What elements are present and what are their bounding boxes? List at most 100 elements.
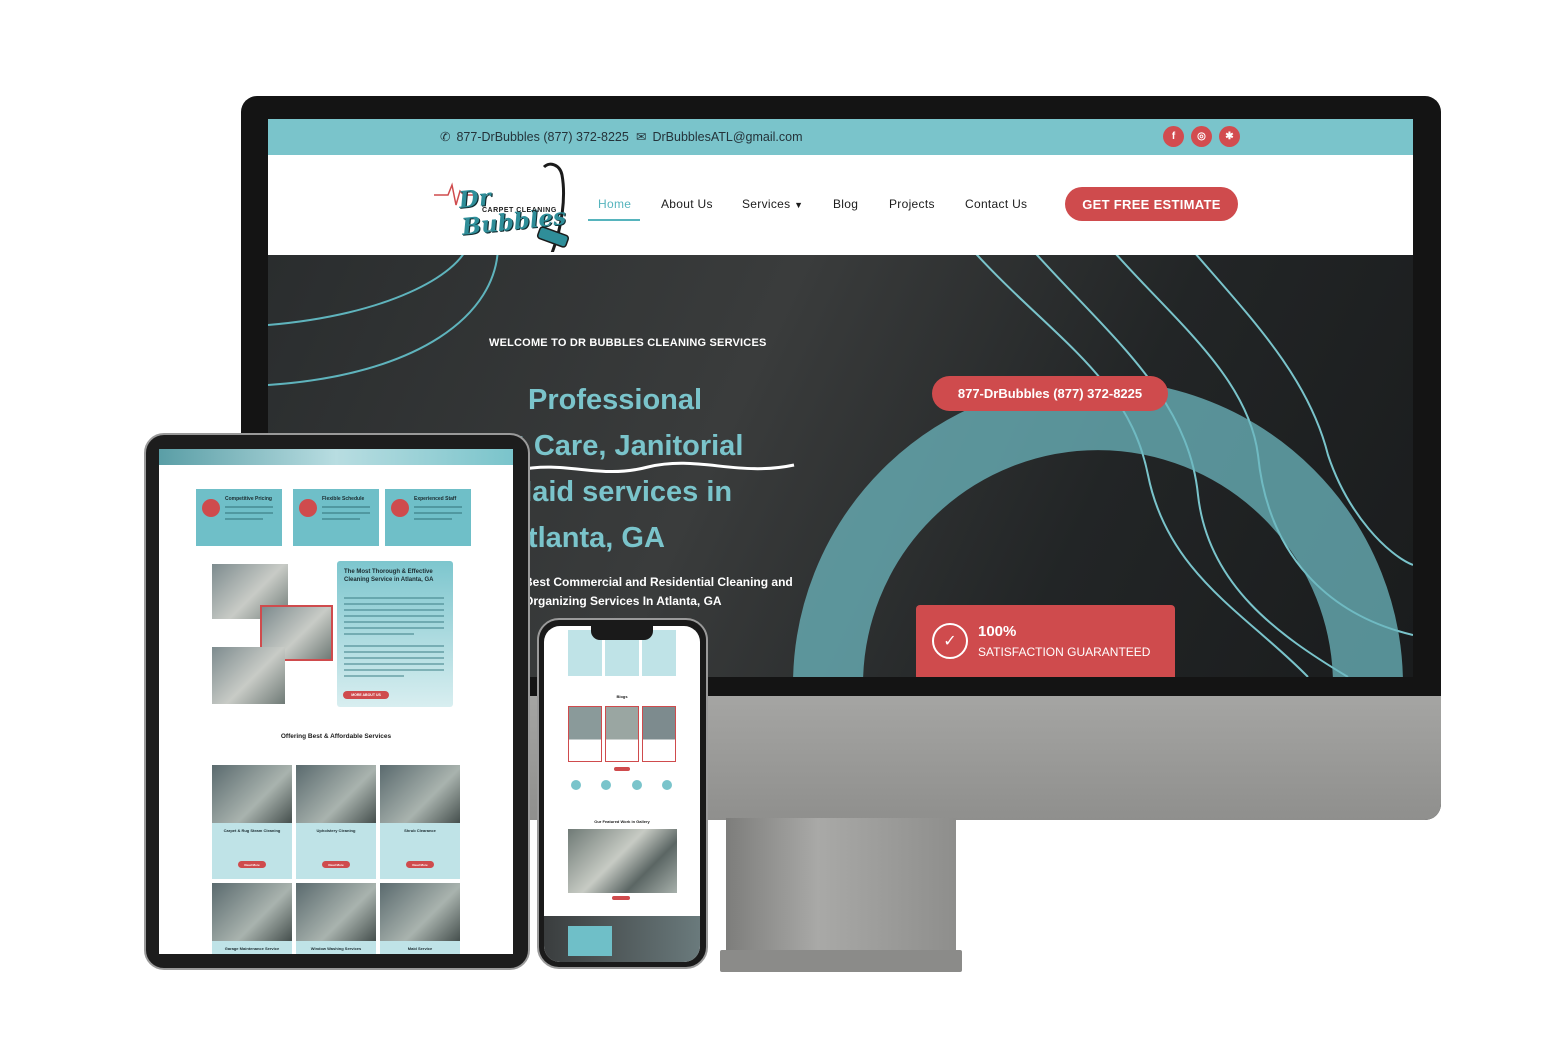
feature-card-pricing: Competitive Pricing [196,489,282,546]
nav-services[interactable]: Services ▼ [742,197,803,211]
calendar-icon [299,499,317,517]
phone-footer-card [568,926,612,956]
about-text-line [344,675,404,677]
service-card-upholstery: Upholstery Cleaning Read More [296,765,376,879]
feature-card-staff: Experienced Staff [385,489,471,546]
phone-gallery-button[interactable] [612,896,630,900]
feature-title: Flexible Schedule [322,496,365,502]
phone-view-all-button[interactable] [614,767,630,771]
service-card-carpet: Carpet & Rug Steam Cleaning Read More [212,765,292,879]
feature-text-line [322,512,370,514]
feature-text-line [225,506,273,508]
service-name: Maid Service [407,946,433,951]
more-about-us-button[interactable]: MORE ABOUT US [343,691,389,699]
phone-step-icon [632,780,642,790]
guarantee-percent: 100% [978,623,1017,640]
service-image [212,883,292,941]
feature-text-line [414,506,462,508]
staff-icon [391,499,409,517]
email-contact[interactable]: ✉ DrBubblesATL@gmail.com [636,129,803,145]
phone-gallery-heading: Our Featured Work in Gallery [594,819,650,824]
phone-contact[interactable]: ✆ 877-DrBubbles (877) 372-8225 [440,129,629,145]
service-card-maid: Maid Service [380,883,460,954]
service-body: Garage Maintenance Service [212,941,292,954]
phone-screen: Blogs Our Featured Work in Gallery [544,626,700,962]
hero-welcome-text: WELCOME TO DR BUBBLES CLEANING SERVICES [489,337,767,349]
nav-projects[interactable]: Projects [889,197,935,211]
service-name: Shrub Clearance [404,828,436,833]
phone-blog-card[interactable] [642,706,676,762]
about-text-line [344,609,444,611]
site-logo[interactable]: Dr Bubbles CARPET CLEANING [434,157,574,254]
hero-headline-line-4: Atlanta, GA [500,522,665,554]
about-text-line [344,663,444,665]
phone-blog-card[interactable] [568,706,602,762]
feature-title: Experienced Staff [414,496,457,502]
price-tag-icon [202,499,220,517]
about-text-line [344,615,444,617]
phone-step-icon [601,780,611,790]
feature-title: Competitive Pricing [225,496,272,502]
read-more-button[interactable]: Read More [238,861,266,868]
nav-blog[interactable]: Blog [833,197,858,211]
feature-text-line [414,518,452,520]
imac-foot [720,950,962,972]
imac-stand [726,818,956,953]
logo-subtitle: CARPET CLEANING [482,207,557,214]
nav-about[interactable]: About Us [661,197,713,211]
about-photo-3 [212,647,285,704]
service-name: Garage Maintenance Service [224,946,280,951]
hero-tagline: Best Commercial and Residential Cleaning… [524,573,824,611]
caret-down-icon: ▼ [794,200,804,210]
nav-services-label: Services [742,197,791,211]
about-text-line [344,645,444,647]
yelp-icon[interactable]: ✱ [1219,126,1240,147]
service-image [212,765,292,823]
service-card-shrub: Shrub Clearance Read More [380,765,460,879]
service-name: Window Washing Services [310,946,362,951]
service-body: Maid Service [380,941,460,954]
about-text-line [344,669,444,671]
service-image [296,883,376,941]
read-more-button[interactable]: Read More [406,861,434,868]
tablet-hero-strip [159,449,513,465]
hero-phone-button[interactable]: 877-DrBubbles (877) 372-8225 [932,376,1168,411]
service-name: Carpet & Rug Steam Cleaning [223,828,281,833]
nav-contact[interactable]: Contact Us [965,197,1027,211]
phone-step-icon [662,780,672,790]
service-card-window: Window Washing Services [296,883,376,954]
feature-text-line [322,506,370,508]
phone-step-icon [571,780,581,790]
nav-active-indicator [588,219,640,221]
about-text-line [344,657,444,659]
about-text-line [344,597,444,599]
service-body: Upholstery Cleaning Read More [296,823,376,879]
service-body: Window Washing Services [296,941,376,954]
feature-text-line [322,518,360,520]
nav-home[interactable]: Home [598,197,631,211]
phone-blogs-heading: Blogs [616,694,628,699]
about-text-line [344,633,414,635]
get-free-estimate-button[interactable]: GET FREE ESTIMATE [1065,187,1238,221]
about-text-line [344,627,444,629]
service-name: Upholstery Cleaning [316,828,356,833]
about-text-line [344,651,444,653]
phone-icon: ✆ [440,130,451,144]
phone-gallery-grid[interactable] [568,829,677,893]
mail-icon: ✉ [636,130,647,144]
guarantee-text: SATISFACTION GUARANTEED [978,645,1151,659]
about-text-line [344,621,444,623]
hero-headline-line-3: Maid services in [500,476,733,508]
facebook-icon[interactable]: f [1163,126,1184,147]
service-image [380,765,460,823]
instagram-icon[interactable]: ◎ [1191,126,1212,147]
hero-tagline-line-1: Best Commercial and Residential Cleaning… [524,575,793,589]
guarantee-badge: ✓ 100% SATISFACTION GUARANTEED [916,605,1175,677]
read-more-button[interactable]: Read More [322,861,350,868]
top-contact-bar: ✆ 877-DrBubbles (877) 372-8225 ✉ DrBubbl… [268,119,1413,155]
hero-tagline-line-2: Organizing Services In Atlanta, GA [524,594,722,608]
service-body: Shrub Clearance Read More [380,823,460,879]
phone-blog-card[interactable] [605,706,639,762]
main-navbar: Dr Bubbles CARPET CLEANING Home About Us… [268,155,1413,255]
about-text-line [344,603,444,605]
